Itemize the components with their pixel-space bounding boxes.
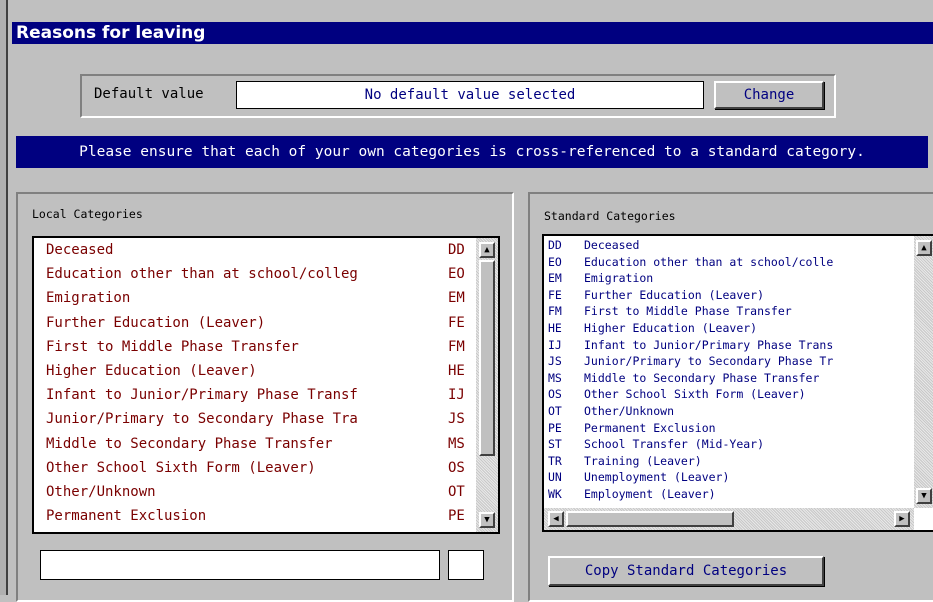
scroll-down-icon[interactable]: ▼	[916, 488, 932, 504]
standard-category-code: OS	[548, 387, 562, 402]
local-list-scroll-thumb[interactable]	[479, 260, 495, 456]
standard-category-code: MS	[548, 370, 562, 385]
standard-category-code: WK	[548, 487, 562, 501]
default-value-field[interactable]: No default value selected	[236, 81, 704, 109]
standard-categories-panel: Standard Categories DD Deceased EO Educatio…	[528, 192, 933, 602]
local-category-name: Infant to Junior/Primary Phase Transf	[46, 387, 358, 404]
local-category-name: Other/Unknown	[46, 484, 156, 500]
change-button[interactable]: Change	[714, 81, 824, 109]
standard-category-code: HE	[548, 321, 562, 335]
scroll-right-icon[interactable]: ▶	[894, 511, 910, 527]
local-category-name: Emigration	[46, 290, 131, 307]
scroll-down-icon[interactable]: ▼	[479, 512, 495, 528]
standard-category-name: Junior/Primary to Secondary Phase Tr	[584, 354, 834, 369]
scroll-left-icon[interactable]: ◀	[548, 511, 564, 527]
local-category-code: FE	[448, 314, 465, 331]
window-top-strip	[12, 0, 933, 22]
standard-category-code: OT	[548, 404, 562, 418]
local-category-code: HE	[448, 363, 465, 379]
default-value-label: Default value	[94, 86, 204, 102]
local-list-scrollbar[interactable]: ▲ ▼	[476, 238, 498, 532]
local-category-name-input[interactable]	[40, 550, 440, 580]
standard-list-scroll-thumb[interactable]	[566, 511, 734, 527]
local-category-name: Permanent Exclusion	[46, 508, 207, 525]
local-category-code: JS	[448, 411, 465, 428]
local-category-name: Higher Education (Leaver)	[46, 363, 257, 379]
standard-category-name: Higher Education (Leaver)	[584, 321, 758, 335]
scroll-up-icon[interactable]: ▲	[479, 242, 495, 258]
standard-category-code: IJ	[548, 337, 562, 352]
standard-category-name: Education other than at school/colle	[584, 254, 834, 269]
scroll-up-icon[interactable]: ▲	[916, 240, 932, 256]
standard-category-code: TR	[548, 453, 562, 468]
local-category-name: Further Education (Leaver)	[46, 314, 266, 331]
local-category-name: Junior/Primary to Secondary Phase Tra	[46, 411, 358, 428]
standard-category-name: Infant to Junior/Primary Phase Trans	[584, 337, 834, 352]
local-category-code: IJ	[448, 387, 465, 404]
standard-category-code: ST	[548, 437, 562, 452]
local-categories-list[interactable]: Deceased DD Education other than at school…	[32, 236, 500, 534]
window-left-frame	[0, 0, 8, 595]
standard-category-code: JS	[548, 354, 562, 369]
local-category-code: DD	[448, 242, 465, 258]
standard-category-code: EM	[548, 271, 562, 286]
local-category-code: PE	[448, 508, 465, 525]
standard-category-name: Deceased	[584, 238, 640, 252]
standard-category-code: FM	[548, 304, 562, 319]
local-category-name: Middle to Secondary Phase Transfer	[46, 435, 333, 452]
reasons-for-leaving-window: Reasons for leaving Default value No def…	[0, 0, 933, 602]
standard-category-name: Employment (Leaver)	[584, 487, 716, 501]
local-category-name: Deceased	[46, 242, 114, 258]
local-categories-title: Local Categories	[32, 207, 143, 221]
standard-category-name: First to Middle Phase Transfer	[584, 304, 792, 319]
standard-category-name: School Transfer (Mid-Year)	[584, 437, 765, 452]
standard-categories-title: Standard Categories	[544, 209, 676, 223]
cross-reference-banner: Please ensure that each of your own cate…	[16, 136, 928, 168]
local-category-code: FM	[448, 338, 465, 355]
local-category-name: First to Middle Phase Transfer	[46, 338, 299, 355]
standard-list-horizontal-scrollbar[interactable]: ◀ ▶	[544, 508, 914, 530]
standard-list-vertical-scrollbar[interactable]: ▲ ▼	[914, 236, 933, 508]
standard-category-code: EO	[548, 254, 562, 269]
local-category-name: Education other than at school/colleg	[46, 266, 358, 283]
local-category-code: OS	[448, 459, 465, 476]
standard-category-name: Middle to Secondary Phase Transfer	[584, 370, 820, 385]
standard-category-name: Emigration	[584, 271, 654, 286]
standard-category-name: Other/Unknown	[584, 404, 675, 418]
local-category-code: MS	[448, 435, 465, 452]
local-category-code-input[interactable]	[448, 550, 484, 580]
copy-standard-categories-button[interactable]: Copy Standard Categories	[548, 556, 824, 586]
standard-category-code: PE	[548, 420, 562, 435]
standard-category-name: Permanent Exclusion	[584, 420, 716, 435]
standard-category-code: FE	[548, 287, 562, 302]
standard-categories-list[interactable]: DD Deceased EO Education other than at scho…	[542, 234, 933, 532]
standard-category-name: Other School Sixth Form (Leaver)	[584, 387, 806, 402]
local-category-code: OT	[448, 484, 465, 500]
standard-category-code: DD	[548, 238, 562, 252]
standard-category-name: Further Education (Leaver)	[584, 287, 765, 302]
standard-category-name: Unemployment (Leaver)	[584, 470, 730, 485]
local-categories-panel: Local Categories Deceased DD Education oth…	[16, 192, 514, 602]
local-category-code: EM	[448, 290, 465, 307]
local-category-name: Other School Sixth Form (Leaver)	[46, 459, 316, 476]
default-value-group: Default value No default value selected …	[80, 74, 836, 118]
standard-category-code: UN	[548, 470, 562, 485]
standard-category-name: Training (Leaver)	[584, 453, 702, 468]
window-title-bar[interactable]: Reasons for leaving	[12, 22, 933, 44]
local-category-code: EO	[448, 266, 465, 283]
